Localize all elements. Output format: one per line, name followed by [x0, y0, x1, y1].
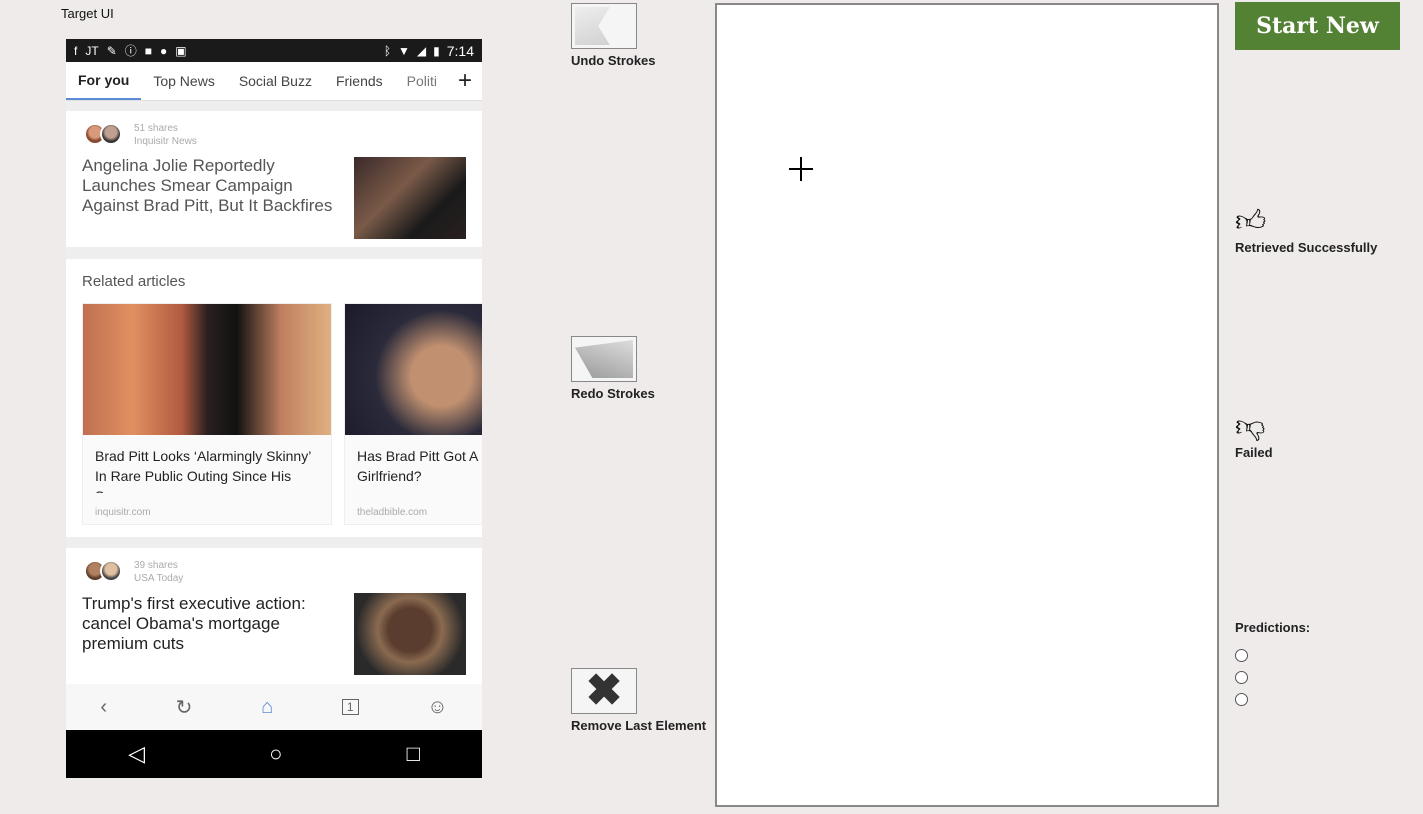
undo-strokes-label: Undo Strokes — [571, 53, 656, 68]
signal-icon: ◢ — [416, 43, 427, 58]
prediction-radio[interactable] — [1235, 671, 1248, 684]
card-headline: Angelina Jolie Reportedly Launches Smear… — [82, 156, 333, 215]
refresh-icon[interactable]: ↻ — [176, 695, 193, 720]
battery-icon: ▮ — [433, 43, 440, 58]
crosshair-cursor — [789, 157, 813, 181]
related-articles-title: Related articles — [82, 273, 186, 290]
status-time: 7:14 — [446, 42, 474, 59]
info-icon: ⓘ — [124, 43, 137, 58]
tab-politics[interactable]: Politi — [395, 62, 439, 100]
predictions-label: Predictions: — [1235, 620, 1311, 635]
failed-status: 👎︎ Failed — [1235, 410, 1273, 461]
success-status: 👍︎ Retrieved Successfully — [1235, 205, 1378, 256]
back-icon[interactable]: ‹ — [100, 696, 107, 719]
news-source: USA Today — [134, 573, 184, 584]
lock-icon: ■ — [144, 43, 153, 58]
share-count: 51 shares — [134, 123, 178, 134]
start-new-button[interactable]: Start New — [1235, 2, 1400, 50]
add-tab-icon[interactable]: + — [458, 67, 472, 95]
thumbs-down-icon: 👎︎ — [1235, 410, 1266, 443]
card-headline: Trump's first executive action: cancel O… — [82, 594, 306, 653]
related-article-image — [83, 304, 331, 435]
related-article-source: theladbible.com — [357, 507, 428, 518]
related-article-headline: Has Brad Pitt Got A Girlfriend? — [357, 448, 478, 484]
tab-friends[interactable]: Friends — [324, 62, 395, 100]
news-tabs: For you Top News Social Buzz Friends Pol… — [66, 62, 482, 101]
share-count: 39 shares — [134, 560, 178, 571]
related-article-headline: Brad Pitt Looks ‘Alarmingly Skinny’ In R… — [95, 448, 311, 493]
undo-strokes-button[interactable] — [571, 3, 637, 49]
card-meta: 39 shares USA Today — [134, 559, 183, 585]
related-articles-card: Related articles Brad Pitt Looks ‘Alarmi… — [66, 259, 482, 537]
redo-tool: Redo Strokes — [571, 336, 655, 401]
undo-icon — [575, 7, 610, 45]
success-label: Retrieved Successfully — [1235, 240, 1378, 255]
card-meta: 51 shares Inquisitr News — [134, 122, 197, 148]
prediction-radio[interactable] — [1235, 693, 1248, 706]
status-bar: f JT ✎ ⓘ ■ ● ▣ ᛒ ▼ ◢ ▮ 7:14 — [66, 39, 482, 62]
share-avatars — [84, 123, 128, 147]
target-phone-screenshot: f JT ✎ ⓘ ■ ● ▣ ᛒ ▼ ◢ ▮ 7:14 For you Top … — [66, 39, 482, 778]
related-article-source: inquisitr.com — [95, 507, 151, 518]
predictions-panel: Predictions: — [1235, 620, 1310, 706]
redo-strokes-label: Redo Strokes — [571, 386, 655, 401]
remove-tool: ✖ Remove Last Element — [571, 668, 706, 733]
facebook-icon: f — [74, 43, 78, 58]
tab-top-news[interactable]: Top News — [141, 62, 226, 100]
app-icon: JT — [85, 43, 99, 58]
news-source: Inquisitr News — [134, 136, 197, 147]
system-recents-icon[interactable]: □ — [407, 741, 420, 767]
thumbs-up-icon: 👍︎ — [1235, 205, 1267, 238]
android-icon: ● — [160, 43, 168, 58]
target-ui-label: Target UI — [61, 6, 114, 21]
system-back-icon[interactable]: ◁ — [128, 741, 145, 767]
drawing-canvas[interactable] — [715, 3, 1219, 807]
tab-social-buzz[interactable]: Social Buzz — [227, 62, 324, 100]
failed-label: Failed — [1235, 445, 1273, 460]
avatar — [100, 560, 122, 582]
news-card[interactable]: 39 shares USA Today Trump's first execut… — [66, 548, 482, 685]
tab-for-you[interactable]: For you — [66, 62, 142, 100]
redo-icon — [575, 340, 633, 378]
tabs-icon[interactable]: 1 — [341, 699, 359, 715]
tools-icon: ✎ — [106, 43, 117, 58]
share-avatars — [84, 560, 128, 584]
profile-icon[interactable]: ☺ — [427, 696, 447, 719]
wifi-icon: ▼ — [398, 43, 410, 58]
card-thumbnail — [354, 157, 466, 239]
related-article[interactable]: Has Brad Pitt Got A Girlfriend? theladbi… — [344, 303, 482, 525]
related-article-image — [345, 304, 482, 435]
close-icon: ✖ — [585, 666, 623, 715]
avatar — [100, 123, 122, 145]
system-nav-bar: ◁ ○ □ — [66, 730, 482, 778]
predictions-list — [1235, 649, 1310, 706]
remove-last-element-button[interactable]: ✖ — [571, 668, 637, 714]
home-icon[interactable]: ⌂ — [261, 696, 273, 719]
bottom-nav: ‹ ↻ ⌂ 1 ☺ — [66, 684, 482, 730]
related-article[interactable]: Brad Pitt Looks ‘Alarmingly Skinny’ In R… — [82, 303, 332, 525]
remove-last-element-label: Remove Last Element — [571, 718, 707, 733]
card-thumbnail — [354, 593, 466, 675]
download-icon: ▣ — [175, 43, 187, 58]
undo-tool: Undo Strokes — [571, 3, 656, 68]
bluetooth-icon: ᛒ — [383, 43, 392, 58]
prediction-radio[interactable] — [1235, 649, 1248, 662]
system-home-icon[interactable]: ○ — [269, 741, 282, 767]
news-card[interactable]: 51 shares Inquisitr News Angelina Jolie … — [66, 111, 482, 247]
redo-strokes-button[interactable] — [571, 336, 637, 382]
